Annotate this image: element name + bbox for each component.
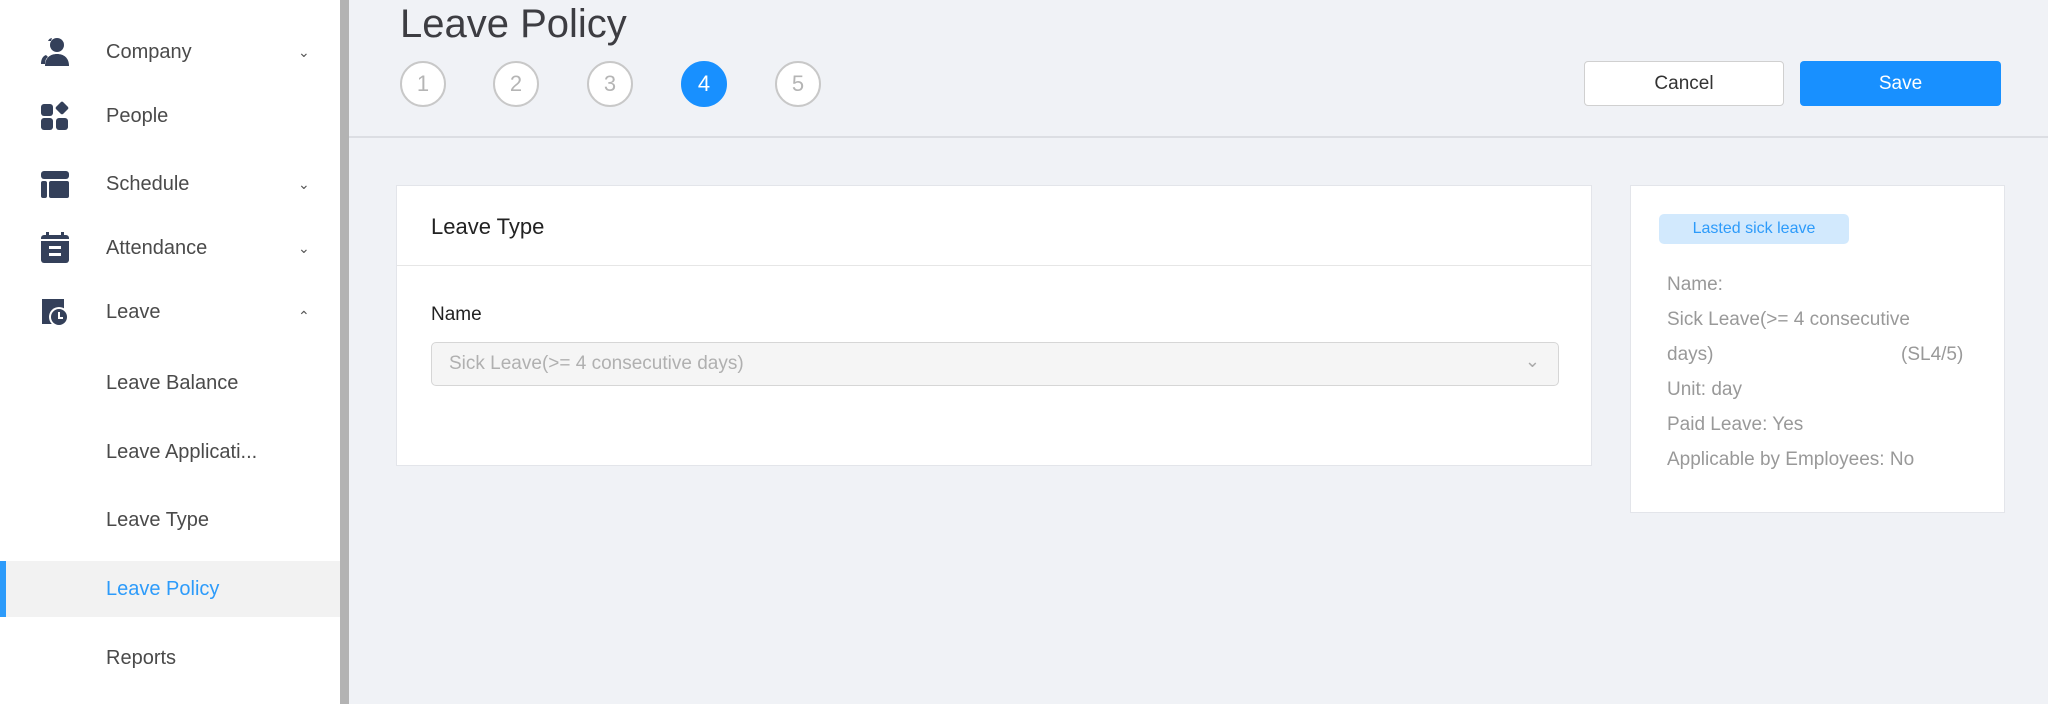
panel-code: (SL4/5) (1901, 344, 1964, 365)
chevron-down-icon: ⌄ (298, 239, 310, 256)
step-2[interactable]: 2 (493, 61, 539, 107)
name-label: Name (431, 304, 482, 325)
apps-icon (38, 99, 72, 133)
calendar-icon (38, 231, 72, 265)
sidebar-item-leave-application[interactable]: Leave Applicati... (0, 424, 340, 480)
sidebar-scrollbar[interactable] (340, 0, 349, 704)
sidebar-item-leave[interactable]: Leave ⌃ (0, 284, 340, 340)
chevron-down-icon: ⌄ (1524, 351, 1540, 371)
leave-clock-icon (38, 295, 72, 329)
sidebar-item-people[interactable]: People (0, 88, 340, 144)
sidebar-item-company[interactable]: Company ⌄ (0, 24, 340, 80)
sidebar-item-schedule[interactable]: Schedule ⌄ (0, 156, 340, 212)
panel-name-line1: Sick Leave(>= 4 consecutive (1667, 309, 1910, 330)
sidebar-item-reports[interactable]: Reports (0, 630, 340, 686)
users-icon (38, 35, 72, 69)
chevron-up-icon: ⌃ (298, 308, 310, 324)
sidebar-item-attendance[interactable]: Attendance ⌄ (0, 220, 340, 276)
step-1[interactable]: 1 (400, 61, 446, 107)
card-title: Leave Type (397, 186, 1591, 266)
name-select-value: Sick Leave(>= 4 consecutive days) (449, 353, 744, 374)
sidebar-item-leave-balance[interactable]: Leave Balance (0, 355, 340, 411)
sidebar: Company ⌄ People Schedule ⌄ Attendance ⌄… (0, 0, 340, 704)
page-title: Leave Policy (400, 2, 627, 46)
panel-applicable: Applicable by Employees: No (1667, 449, 1915, 470)
sidebar-item-leave-type[interactable]: Leave Type (0, 492, 340, 548)
layout-icon (38, 167, 72, 201)
name-select[interactable]: Sick Leave(>= 4 consecutive days) ⌄ (431, 342, 1559, 386)
panel-paid: Paid Leave: Yes (1667, 414, 1804, 435)
leave-info-panel: Lasted sick leave Name: Sick Leave(>= 4 … (1630, 185, 2005, 513)
step-5[interactable]: 5 (775, 61, 821, 107)
save-button[interactable]: Save (1800, 61, 2001, 106)
panel-name-line2: days) (1667, 344, 1714, 365)
step-3[interactable]: 3 (587, 61, 633, 107)
chevron-down-icon: ⌄ (298, 175, 310, 192)
step-4[interactable]: 4 (681, 61, 727, 107)
sidebar-item-leave-policy[interactable]: Leave Policy (0, 561, 340, 617)
status-badge: Lasted sick leave (1659, 214, 1849, 244)
panel-name-label: Name: (1667, 274, 1723, 295)
leave-type-card: Leave Type Name Sick Leave(>= 4 consecut… (396, 185, 1592, 466)
cancel-button[interactable]: Cancel (1584, 61, 1784, 106)
chevron-down-icon: ⌄ (298, 43, 310, 60)
header-divider (349, 136, 2048, 138)
panel-unit: Unit: day (1667, 379, 1742, 400)
